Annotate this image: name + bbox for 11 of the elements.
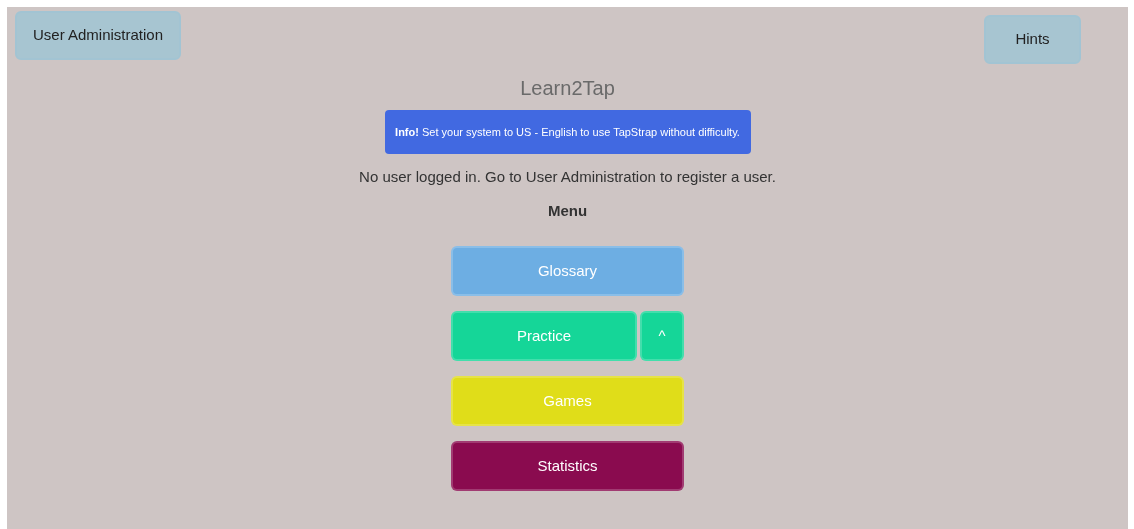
hints-button[interactable]: Hints	[984, 15, 1081, 64]
user-administration-button[interactable]: User Administration	[15, 11, 181, 60]
status-message: No user logged in. Go to User Administration to register a user.	[359, 167, 776, 187]
expand-toggle-button[interactable]: ^	[640, 311, 684, 361]
info-alert: Info! Set your system to US - English to use TapStrap without difficulty.	[384, 110, 751, 154]
app-title: Learn2Tap	[520, 76, 615, 101]
menu-button[interactable]: Practice	[451, 311, 637, 361]
menu-button[interactable]: Statistics	[451, 441, 684, 491]
menu-button[interactable]: Glossary	[451, 246, 684, 296]
menu-heading: Menu	[547, 200, 588, 221]
menu-button[interactable]: Games	[451, 376, 684, 426]
